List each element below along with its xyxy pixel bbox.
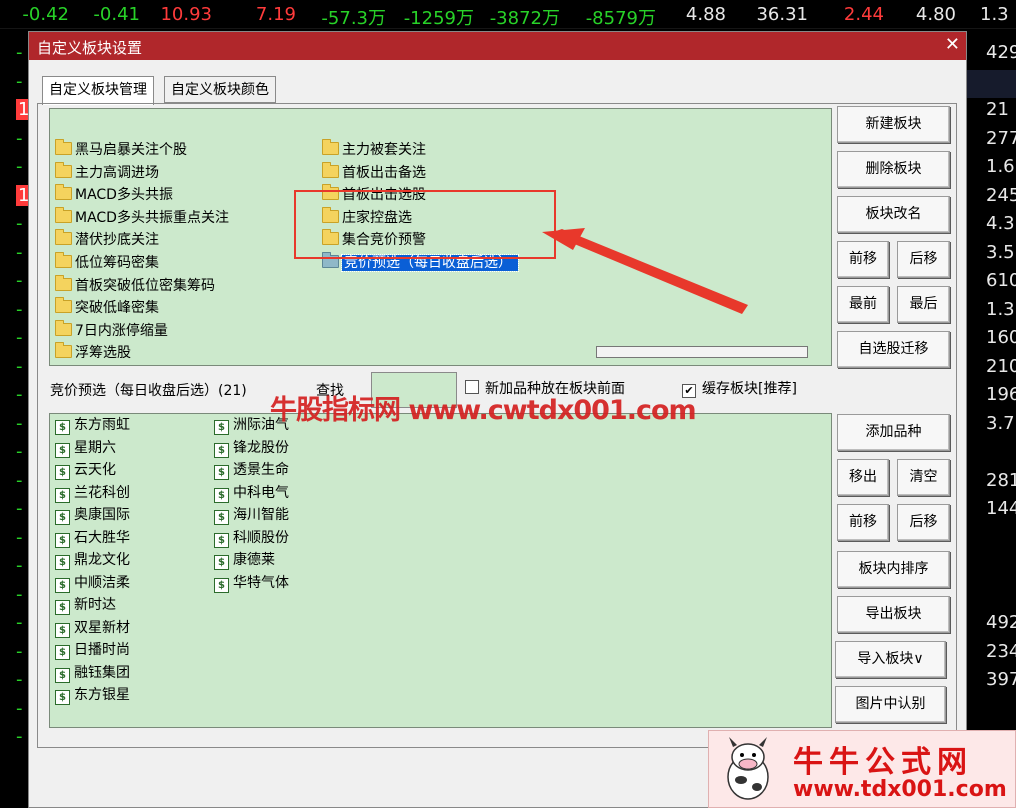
- arrow-shaft: [553, 229, 748, 314]
- badge-url: www.tdx001.com: [793, 777, 1007, 802]
- watermark-overlay-text: 牛股指标网 www.cwtdx001.com: [270, 395, 697, 426]
- cow-logo-icon: [727, 737, 769, 800]
- watermark-badge: 牛牛公式网 www.tdx001.com: [708, 730, 1016, 808]
- badge-title: 牛牛公式网: [793, 745, 973, 780]
- arrow-head: [542, 228, 585, 250]
